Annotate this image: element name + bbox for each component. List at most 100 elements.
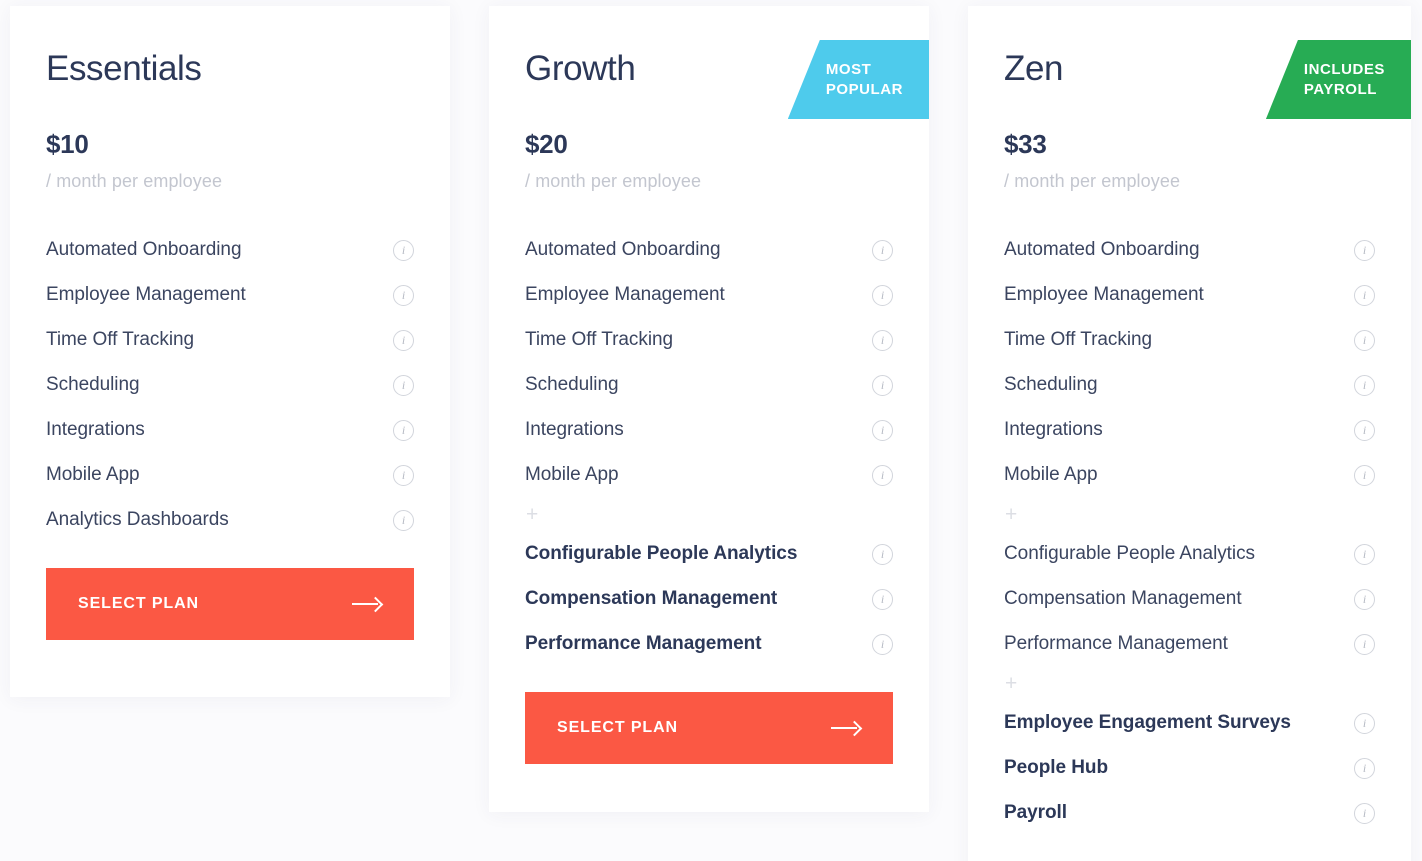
feature-row: Analytics Dashboards i	[46, 498, 414, 543]
feature-label: People Hub	[1004, 757, 1109, 778]
feature-label: Automated Onboarding	[525, 239, 721, 260]
plan-badge-line-2: PAYROLL	[1303, 80, 1377, 98]
feature-row: Employee Management i	[525, 273, 893, 318]
feature-label: Employee Management	[1004, 284, 1204, 305]
feature-row: People Hub i	[1004, 746, 1375, 791]
info-icon[interactable]: i	[393, 329, 414, 351]
info-icon[interactable]: i	[872, 419, 893, 441]
select-plan-button-essentials[interactable]: SELECT PLAN	[46, 567, 414, 640]
feature-row: Configurable People Analytics i	[525, 532, 893, 577]
info-icon[interactable]: i	[393, 464, 414, 486]
feature-label: Mobile App	[46, 464, 140, 485]
plan-card-growth: Growth MOST POPULAR $20/ month per employee…	[489, 6, 929, 812]
info-icon[interactable]: i	[393, 284, 414, 306]
feature-label: Compensation Management	[1004, 588, 1242, 609]
feature-row: Configurable People Analytics i	[1004, 532, 1375, 577]
plus-icon: +	[1005, 672, 1018, 695]
cta-container: SELECT PLAN	[10, 567, 450, 640]
feature-row: Compensation Management i	[1004, 577, 1375, 622]
info-icon[interactable]: i	[1354, 284, 1375, 306]
info-icon[interactable]: i	[1354, 712, 1375, 734]
feature-label: Integrations	[46, 419, 145, 440]
feature-row: Time Off Tracking i	[46, 318, 414, 363]
feature-row: Integrations i	[46, 408, 414, 453]
feature-row: Time Off Tracking i	[525, 318, 893, 363]
select-plan-label: SELECT PLAN	[557, 718, 679, 736]
feature-label: Time Off Tracking	[46, 329, 195, 350]
feature-label: Employee Engagement Surveys	[1004, 712, 1291, 733]
feature-label: Compensation Management	[525, 588, 778, 609]
feature-label: Automated Onboarding	[46, 239, 242, 260]
feature-row: Performance Management i	[525, 622, 893, 667]
info-icon[interactable]: i	[1354, 543, 1375, 565]
feature-row: Employee Engagement Surveys i	[1004, 701, 1375, 746]
feature-label: Configurable People Analytics	[1004, 543, 1255, 564]
feature-row: Integrations i	[1004, 408, 1375, 453]
info-icon[interactable]: i	[393, 419, 414, 441]
arrow-right-icon	[831, 721, 861, 735]
feature-row: Performance Management i	[1004, 622, 1375, 667]
info-icon[interactable]: i	[872, 284, 893, 306]
feature-label: Time Off Tracking	[1004, 329, 1153, 350]
feature-label: Integrations	[1004, 419, 1103, 440]
plan-period: / month per employee	[1004, 170, 1181, 191]
info-icon[interactable]: i	[1354, 633, 1375, 655]
info-icon[interactable]: i	[872, 374, 893, 396]
feature-list: Automated Onboarding i Employee Management…	[10, 228, 450, 543]
info-icon[interactable]: i	[872, 543, 893, 565]
feature-label: Payroll	[1004, 802, 1068, 823]
info-icon[interactable]: i	[1354, 374, 1375, 396]
feature-label: Integrations	[525, 419, 624, 440]
feature-label: Analytics Dashboards	[46, 509, 229, 530]
info-icon[interactable]: i	[393, 509, 414, 531]
feature-label: Employee Management	[46, 284, 246, 305]
info-icon[interactable]: i	[872, 588, 893, 610]
feature-row: Compensation Management i	[525, 577, 893, 622]
info-icon[interactable]: i	[1354, 464, 1375, 486]
feature-label: Performance Management	[1004, 633, 1228, 654]
info-icon[interactable]: i	[393, 239, 414, 261]
feature-row: Scheduling i	[525, 363, 893, 408]
feature-list: Automated Onboarding i Employee Management…	[968, 228, 1411, 836]
plan-card-essentials: Essentials $10 / month per employee Automat…	[10, 6, 450, 697]
select-plan-button-growth[interactable]: SELECT PLAN	[525, 691, 893, 764]
info-icon[interactable]: i	[872, 239, 893, 261]
feature-row: Mobile App i	[525, 453, 893, 498]
feature-row: Scheduling i	[1004, 363, 1375, 408]
plan-badge-line-2: POPULAR	[825, 80, 903, 98]
plan-period: / month per employee	[46, 170, 223, 191]
plan-badge-line-1: MOST	[825, 61, 872, 79]
feature-label: Scheduling	[46, 374, 140, 395]
feature-label: Scheduling	[1004, 374, 1098, 395]
plan-period: / month per employee	[525, 170, 702, 191]
plus-icon: +	[526, 503, 539, 526]
info-icon[interactable]: i	[1354, 588, 1375, 610]
info-icon[interactable]: i	[872, 633, 893, 655]
plan-price: $33	[1004, 128, 1047, 159]
arrow-right-icon	[352, 597, 382, 611]
info-icon[interactable]: i	[1354, 419, 1375, 441]
feature-label: Mobile App	[1004, 464, 1098, 485]
plan-name: Essentials	[46, 49, 202, 88]
info-icon[interactable]: i	[1354, 239, 1375, 261]
feature-label: Mobile App	[525, 464, 619, 485]
feature-row: Automated Onboarding i	[46, 228, 414, 273]
feature-label: Employee Management	[525, 284, 725, 305]
plan-header: Essentials $10 / month per employee	[10, 6, 450, 192]
info-icon[interactable]: i	[1354, 802, 1375, 824]
plan-header: Zen INCLUDES PAYROLL $33/ month per employe…	[968, 6, 1411, 192]
plan-badge-line-1: INCLUDES	[1303, 61, 1385, 79]
pricing-plans-stage: Essentials $10 / month per employee Automat…	[0, 0, 1422, 861]
feature-label: Configurable People Analytics	[525, 543, 798, 564]
info-icon[interactable]: i	[872, 464, 893, 486]
plan-price: $20	[525, 128, 568, 159]
info-icon[interactable]: i	[1354, 757, 1375, 779]
info-icon[interactable]: i	[393, 374, 414, 396]
feature-row: Mobile App i	[1004, 453, 1375, 498]
select-plan-label: SELECT PLAN	[78, 594, 200, 612]
feature-row: Automated Onboarding i	[1004, 228, 1375, 273]
feature-row: Employee Management i	[1004, 273, 1375, 318]
cta-container: SELECT PLAN	[489, 691, 929, 764]
info-icon[interactable]: i	[872, 329, 893, 351]
info-icon[interactable]: i	[1354, 329, 1375, 351]
